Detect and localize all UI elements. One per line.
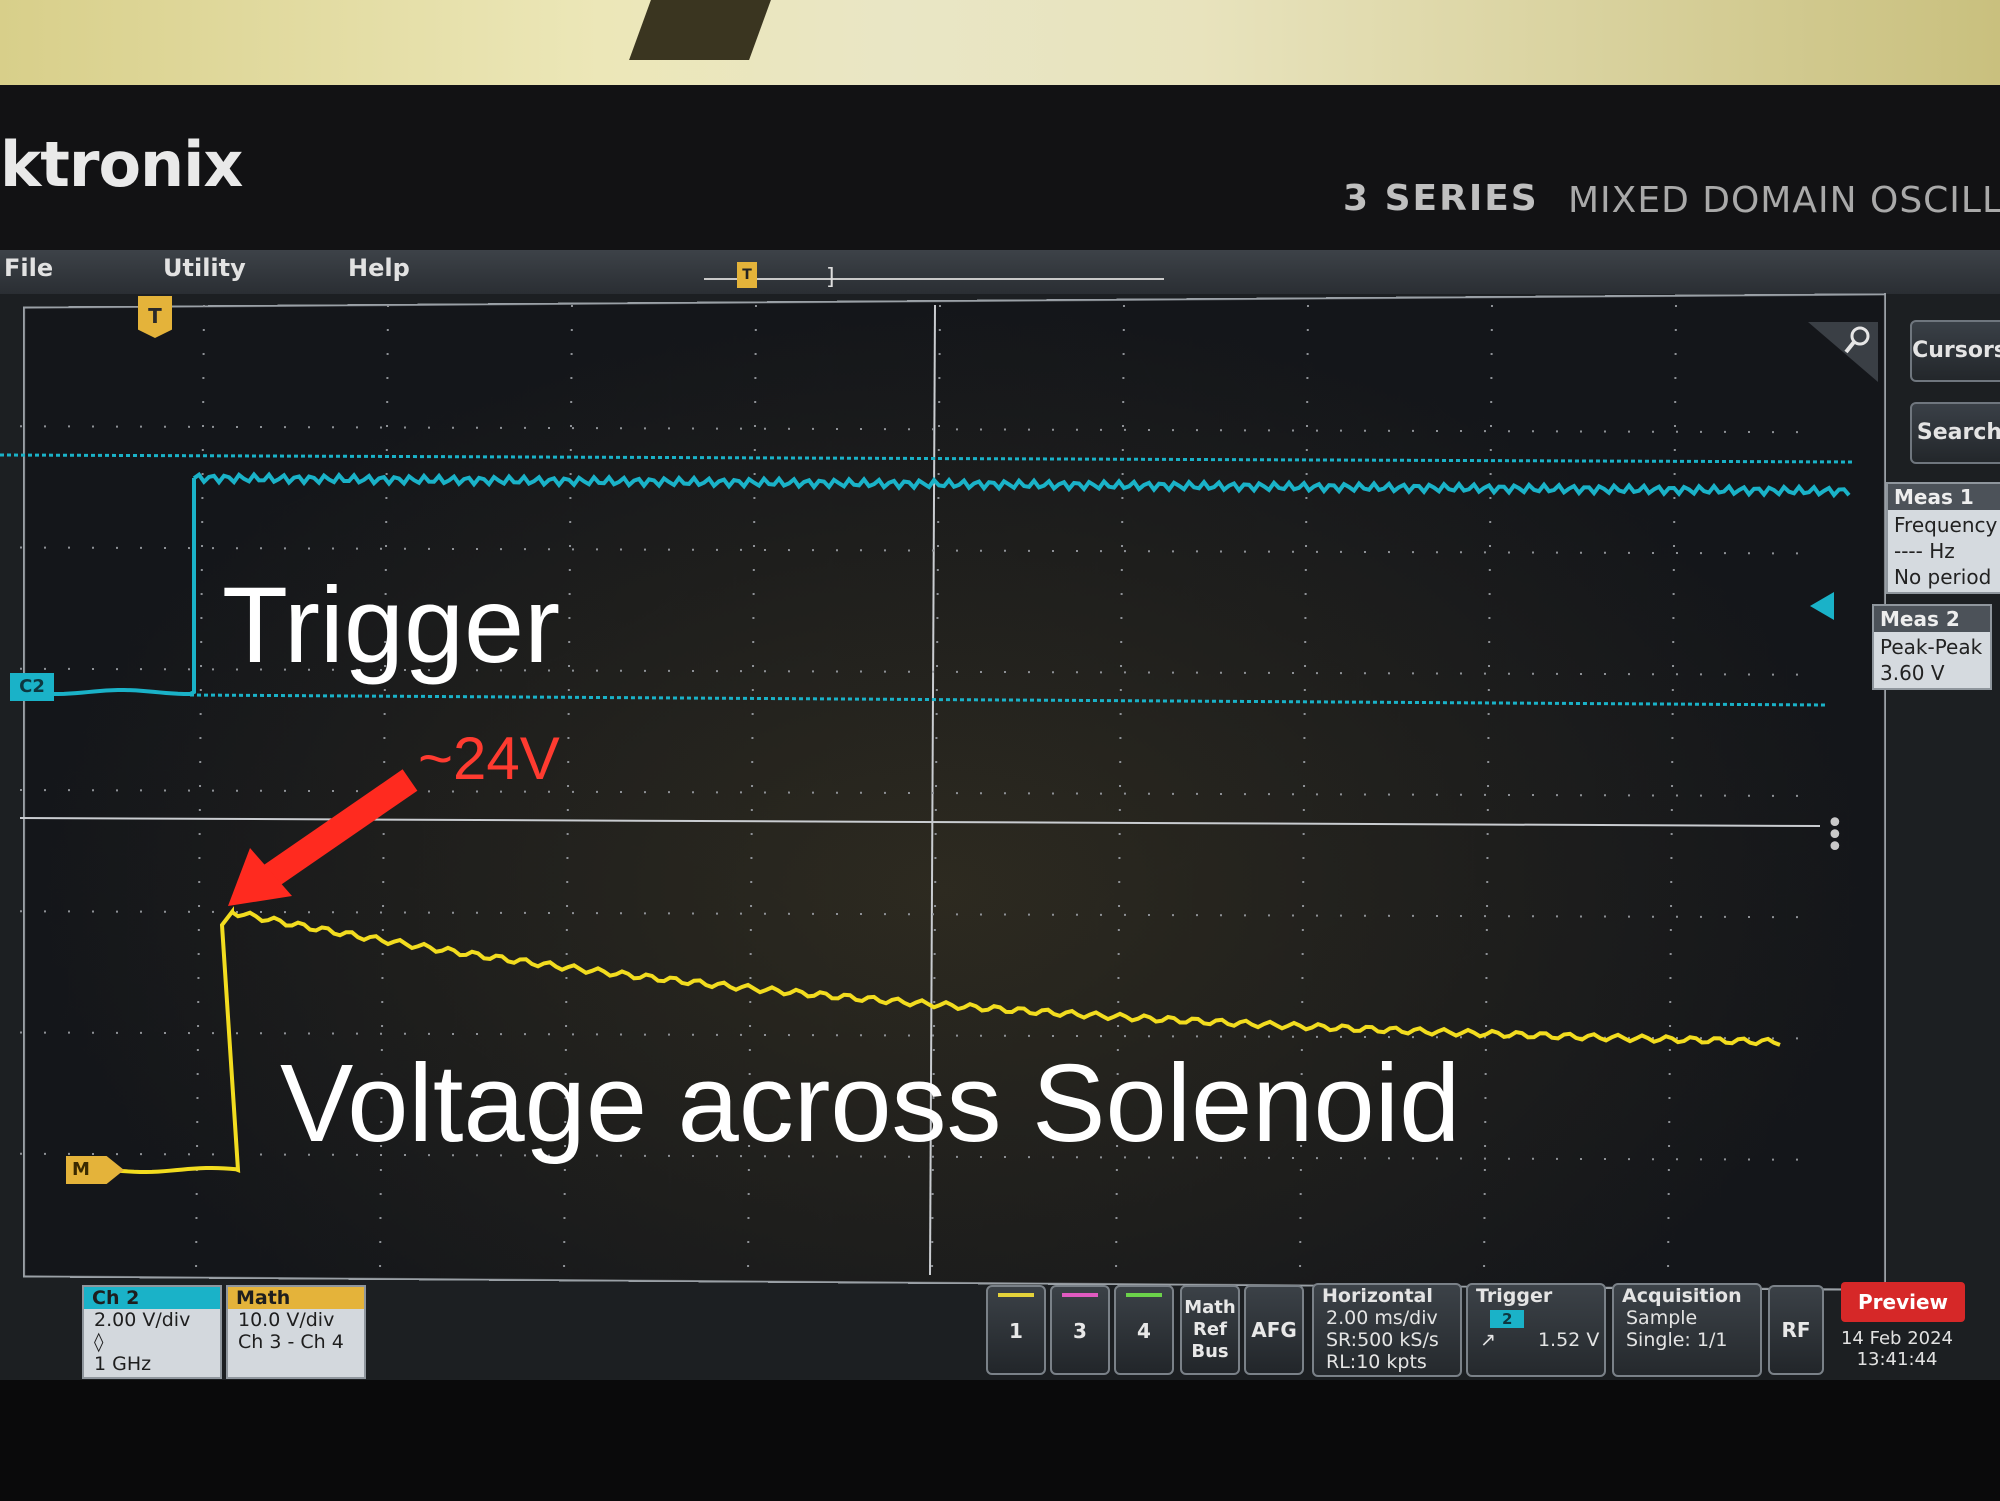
probe-icon: ◊ (94, 1331, 104, 1353)
channel-3-button[interactable]: 3 (1050, 1285, 1110, 1375)
trigger-source: 2 (1490, 1310, 1525, 1328)
bus-label: Bus (1191, 1341, 1229, 1362)
horizontal-badge[interactable]: Horizontal 2.00 ms/div SR:500 kS/s RL:10… (1312, 1283, 1462, 1377)
graticule-gridline (19, 910, 1821, 919)
annotation-arrow (228, 769, 418, 906)
cursors-button[interactable]: Cursors (1910, 320, 2000, 382)
meas2-type: Peak-Peak (1880, 635, 1983, 659)
math-badge[interactable]: Math 10.0 V/div Ch 3 - Ch 4 (226, 1285, 366, 1379)
meas1-title: Meas 1 (1888, 484, 2000, 510)
acquisition-mode: Sample (1626, 1307, 1698, 1329)
waveform-overlay (0, 304, 1856, 1276)
trigger-level: 1.52 V (1537, 1329, 1600, 1351)
channel-4-color-bar (1126, 1293, 1162, 1297)
graticule-gridline (195, 304, 205, 1276)
sample-rate: SR:500 kS/s (1326, 1329, 1439, 1351)
graticule-gridline (19, 425, 1821, 434)
ref-label: Ref (1193, 1319, 1227, 1340)
rising-edge-icon: ↗ (1480, 1329, 1496, 1351)
trigger-title-row: Trigger 2 (1468, 1285, 1604, 1329)
channel-4-button[interactable]: 4 (1114, 1285, 1174, 1375)
math-expression: Ch 3 - Ch 4 (238, 1331, 344, 1353)
search-button[interactable]: Search (1910, 402, 2000, 464)
trigger-title: Trigger (1476, 1285, 1553, 1307)
preview-indicator[interactable]: Preview (1841, 1282, 1965, 1322)
horizontal-title: Horizontal (1322, 1285, 1433, 1307)
ch2-badge-title: Ch 2 (84, 1287, 220, 1309)
graticule-center-horizontal (19, 817, 1821, 827)
meas1-value: ---- Hz (1894, 539, 1955, 563)
time-text: 13:41:44 (1856, 1349, 1938, 1370)
graticule-gridline (1667, 304, 1677, 1276)
date-text: 14 Feb 2024 (1840, 1328, 1954, 1349)
math-ref-bus-button[interactable]: Math Ref Bus (1180, 1285, 1240, 1375)
graticule-gridline (1483, 304, 1493, 1276)
math-label: Math (1184, 1297, 1236, 1318)
channel-4-label: 4 (1137, 1319, 1151, 1343)
record-length: RL:10 kpts (1326, 1351, 1427, 1373)
annotation-arrow-shaft (257, 769, 418, 891)
ch2-ground-marker[interactable]: C2 (10, 673, 54, 701)
trigger-level-arrow[interactable] (1810, 592, 1834, 620)
peak-voltage-annotation: ~24V (418, 725, 560, 792)
channel-3-label: 3 (1073, 1319, 1087, 1343)
channel-1-color-bar (998, 1293, 1034, 1297)
trigger-badge[interactable]: Trigger 2 ↗ 1.52 V (1466, 1283, 1606, 1377)
graticule-gridline (19, 546, 1821, 555)
horizontal-scale: 2.00 ms/div (1326, 1307, 1438, 1329)
trigger-level-row: ↗ 1.52 V (1468, 1329, 1604, 1351)
acquisition-title: Acquisition (1622, 1285, 1742, 1307)
acquisition-badge[interactable]: Acquisition Sample Single: 1/1 (1612, 1283, 1762, 1377)
ch2-bandwidth: 1 GHz (94, 1353, 152, 1375)
rf-button[interactable]: RF (1768, 1285, 1824, 1375)
meas2-title: Meas 2 (1874, 606, 1990, 632)
solenoid-annotation: Voltage across Solenoid (280, 1042, 1461, 1165)
zoom-icon[interactable] (1808, 322, 1878, 382)
datetime-display: 14 Feb 2024 13:41:44 (1832, 1328, 1962, 1370)
meas2-badge[interactable]: Meas 2 Peak-Peak 3.60 V (1872, 604, 1992, 690)
meas1-note: No period (1894, 565, 1992, 589)
channel-3-color-bar (1062, 1293, 1098, 1297)
math-scale: 10.0 V/div (238, 1309, 335, 1331)
meas1-badge[interactable]: Meas 1 Frequency ---- Hz No period (1886, 482, 2000, 594)
more-options-icon[interactable]: • • • (1826, 809, 1844, 863)
ch2-scale: 2.00 V/div (94, 1309, 191, 1331)
ch2-badge[interactable]: Ch 2 2.00 V/div ◊ 1 GHz (82, 1285, 222, 1379)
math-badge-title: Math (228, 1287, 364, 1309)
meas1-type: Frequency (1894, 513, 1998, 537)
channel-1-label: 1 (1009, 1319, 1023, 1343)
ch2-upper-reference (0, 453, 1856, 464)
meas2-value: 3.60 V (1880, 661, 1945, 685)
afg-button[interactable]: AFG (1244, 1285, 1304, 1375)
acquisition-single: Single: 1/1 (1626, 1329, 1728, 1351)
graticule-gridline (19, 789, 1821, 797)
trigger-annotation: Trigger (222, 564, 561, 685)
channel-1-button[interactable]: 1 (986, 1285, 1046, 1375)
ch2-baseline (189, 693, 1826, 707)
trigger-position-marker[interactable]: T (138, 296, 172, 338)
